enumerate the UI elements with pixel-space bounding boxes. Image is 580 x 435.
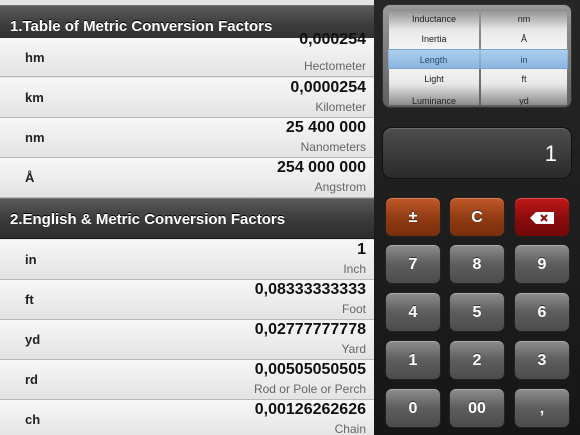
table-row-angstrom[interactable]: Å 254 000 000 Angstrom <box>0 158 374 198</box>
key-6[interactable]: 6 <box>514 292 570 332</box>
picker-option[interactable]: Å <box>481 29 567 49</box>
picker-option[interactable]: ft <box>481 69 567 89</box>
unit-abbr: hm <box>25 50 45 65</box>
picker-option[interactable]: Luminance <box>389 91 479 105</box>
display-value: 1 <box>544 141 557 166</box>
unit-value: 0,000254 <box>299 31 366 48</box>
calculator-panel: Inductance Inertia Light Luminance nm Å … <box>374 0 580 435</box>
table-row-rd[interactable]: rd 0,00505050505 Rod or Pole or Perch <box>0 360 374 400</box>
unit-value: 0,00505050505 <box>254 361 366 378</box>
unit-value: 254 000 000 <box>277 159 366 176</box>
conversion-table[interactable]: 1.Table of Metric Conversion Factors hm … <box>0 0 374 435</box>
unit-value: 0,0000254 <box>290 79 366 96</box>
unit-abbr: km <box>25 90 44 105</box>
unit-name: Angstrom <box>314 180 366 194</box>
selected-unit: in <box>520 55 528 65</box>
unit-name: Chain <box>334 422 366 435</box>
key-9[interactable]: 9 <box>514 244 570 284</box>
unit-abbr: yd <box>25 332 41 347</box>
section-header-english-metric: 2.English & Metric Conversion Factors <box>0 198 374 239</box>
picker-option[interactable]: yd <box>481 91 567 105</box>
unit-name: Inch <box>343 262 366 276</box>
key-5[interactable]: 5 <box>449 292 505 332</box>
unit-abbr: in <box>25 252 37 267</box>
selected-category: Length <box>419 55 448 65</box>
input-display: 1 <box>382 127 572 179</box>
backspace-button[interactable] <box>514 197 570 237</box>
section-title: 2.English & Metric Conversion Factors <box>10 211 286 228</box>
clear-button[interactable]: C <box>449 197 505 237</box>
unit-name: Foot <box>341 302 366 316</box>
unit-name: Rod or Pole or Perch <box>253 382 366 396</box>
section-title: 1.Table of Metric Conversion Factors <box>10 18 273 35</box>
unit-picker[interactable]: Inductance Inertia Light Luminance nm Å … <box>382 4 572 108</box>
unit-value: 1 <box>357 241 366 258</box>
unit-abbr: ch <box>25 412 41 427</box>
table-row-in[interactable]: in 1 Inch <box>0 240 374 280</box>
unit-value: 0,00126262626 <box>254 401 366 418</box>
key-2[interactable]: 2 <box>449 340 505 380</box>
backspace-icon <box>530 212 554 224</box>
unit-abbr: Å <box>25 170 35 185</box>
key-4[interactable]: 4 <box>385 292 441 332</box>
key-1[interactable]: 1 <box>385 340 441 380</box>
unit-name: Hectometer <box>303 59 366 73</box>
unit-name: Kilometer <box>315 100 366 114</box>
key-00[interactable]: 00 <box>449 388 505 428</box>
table-row-km[interactable]: km 0,0000254 Kilometer <box>0 78 374 118</box>
picker-option[interactable]: Light <box>389 69 479 89</box>
unit-value: 0,02777777778 <box>254 321 366 338</box>
unit-abbr: nm <box>25 130 45 145</box>
key-0[interactable]: 0 <box>385 388 441 428</box>
unit-value: 0,08333333333 <box>254 281 366 298</box>
table-row-ft[interactable]: ft 0,08333333333 Foot <box>0 280 374 320</box>
picker-option[interactable]: Inertia <box>389 29 479 49</box>
picker-option[interactable]: Inductance <box>389 9 479 29</box>
unit-name: Yard <box>341 342 366 356</box>
unit-abbr: ft <box>25 292 34 307</box>
unit-name: Nanometers <box>300 140 366 154</box>
picker-option[interactable]: nm <box>481 9 567 29</box>
picker-selection-bar: Length in <box>388 49 568 69</box>
key-comma[interactable]: , <box>514 388 570 428</box>
key-8[interactable]: 8 <box>449 244 505 284</box>
unit-abbr: rd <box>25 372 38 387</box>
table-row-nm[interactable]: nm 25 400 000 Nanometers <box>0 118 374 158</box>
table-row-ch[interactable]: ch 0,00126262626 Chain <box>0 400 374 435</box>
unit-value: 25 400 000 <box>285 119 366 136</box>
key-3[interactable]: 3 <box>514 340 570 380</box>
key-7[interactable]: 7 <box>385 244 441 284</box>
plus-minus-button[interactable]: ± <box>385 197 441 237</box>
table-row-hm[interactable]: hm 0,000254 Hectometer <box>0 31 374 77</box>
table-row-yd[interactable]: yd 0,02777777778 Yard <box>0 320 374 360</box>
